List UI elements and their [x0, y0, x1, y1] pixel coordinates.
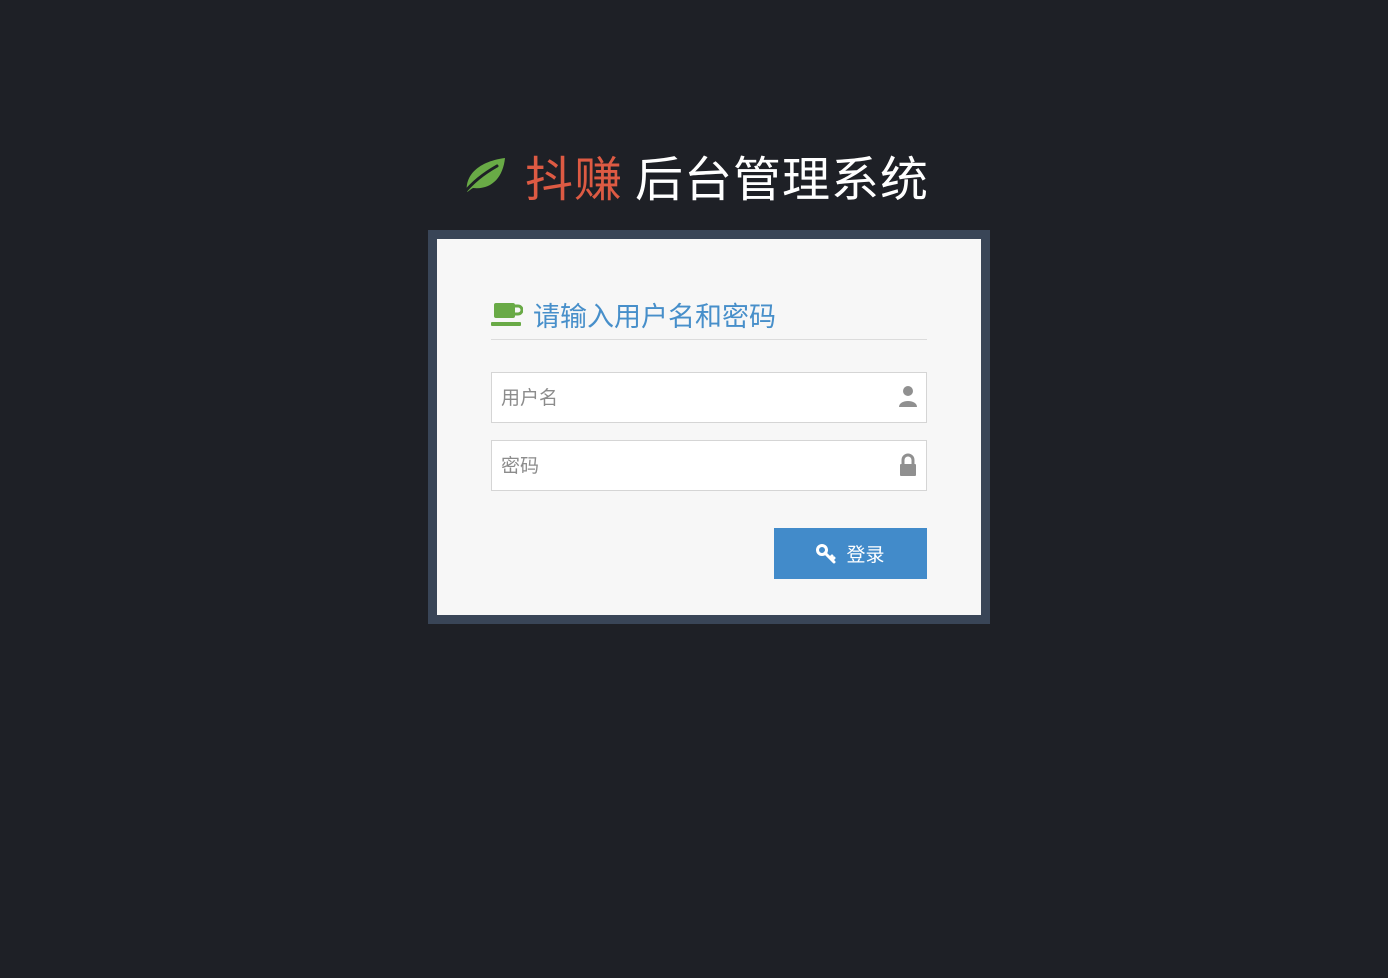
coffee-icon: [491, 303, 523, 326]
password-field: [491, 440, 927, 491]
login-box-frame: 请输入用户名和密码 用户名 登录: [428, 230, 990, 624]
login-button-label: 登录: [846, 544, 885, 566]
key-icon: [816, 543, 836, 563]
brand-suffix: 后台管理系统: [635, 152, 930, 208]
username-input[interactable]: [492, 373, 926, 422]
brand-name: 抖赚: [524, 152, 623, 208]
lock-icon: [900, 453, 916, 476]
login-button[interactable]: 登录: [774, 528, 927, 579]
brand-title: 抖赚 后台管理系统: [0, 140, 1388, 210]
password-input[interactable]: [492, 441, 926, 490]
username-field: [491, 372, 927, 423]
login-page: 抖赚 后台管理系统 请输入用户名和密码 用户名 登录: [0, 0, 1388, 978]
login-heading: 请输入用户名和密码: [533, 301, 776, 333]
login-box: 请输入用户名和密码 用户名 登录: [437, 239, 981, 615]
login-box-header: 请输入用户名和密码: [491, 289, 927, 340]
user-icon: [899, 386, 917, 407]
leaf-icon: [461, 158, 505, 196]
